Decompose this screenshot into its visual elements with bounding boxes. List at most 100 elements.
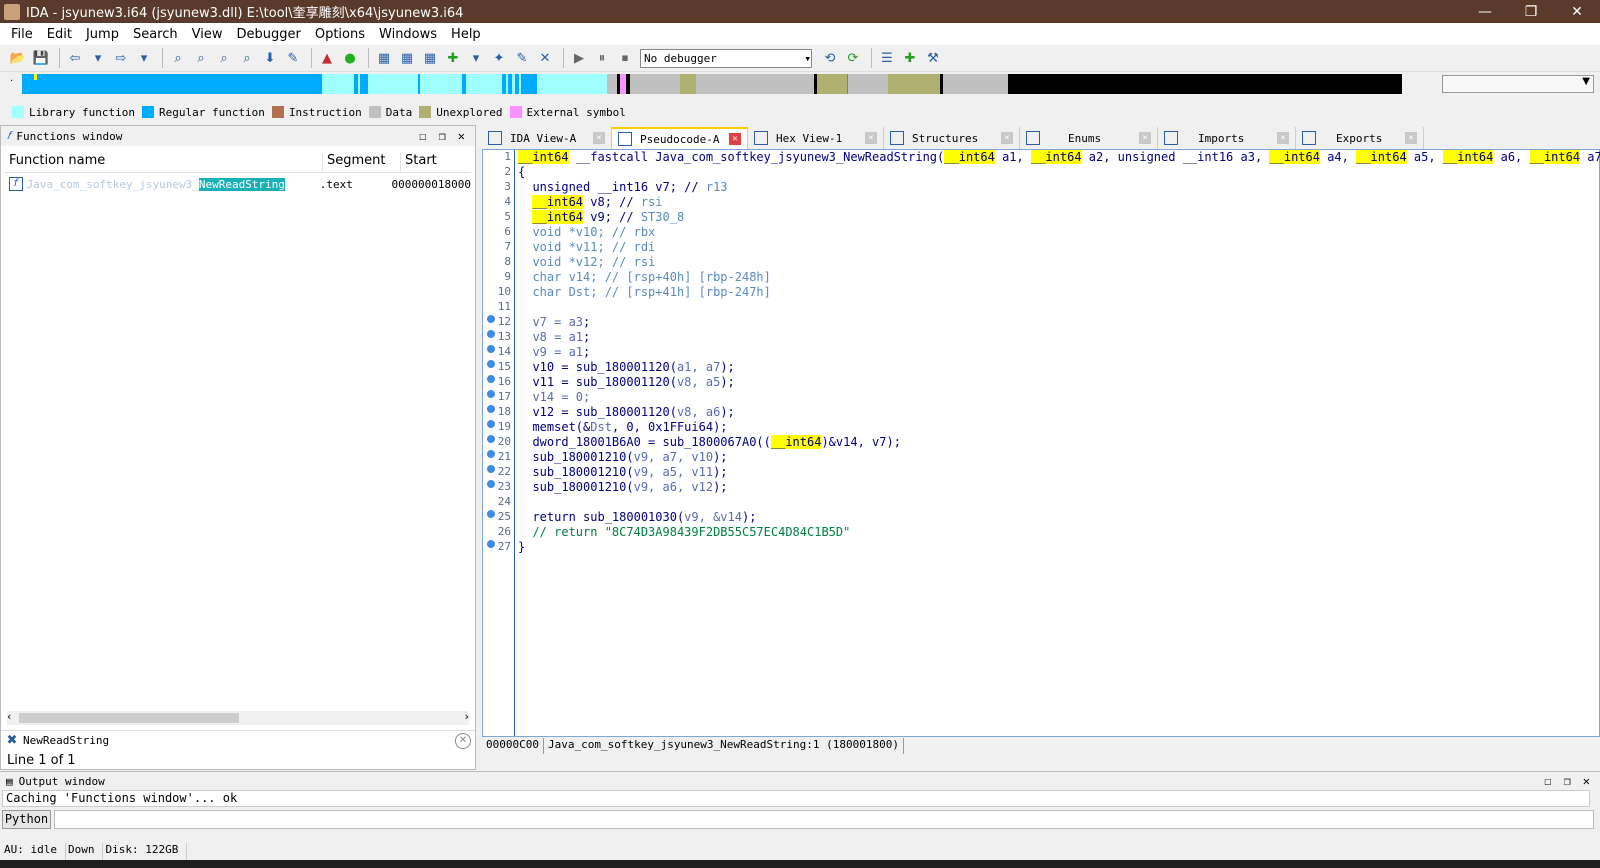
scrollbar-thumb[interactable] [19, 713, 239, 723]
close-tab-icon[interactable]: ✕ [593, 132, 605, 144]
code-line[interactable]: void *v10; // rbx [518, 225, 655, 239]
function-row[interactable]: f Java_com_softkey_jsyunew3_ NewReadStrin… [9, 176, 471, 192]
pseudocode-view[interactable]: 1 2 3 4 5 6 7 8 9 10 11 12 13 14 15 16 1… [482, 149, 1600, 737]
menu-jump[interactable]: Jump [79, 27, 126, 42]
code-line[interactable]: __int64 v8; // rsi [518, 195, 663, 209]
breakpoint-dot-icon[interactable] [487, 450, 495, 458]
restore-window-icon[interactable]: ❐ [1564, 774, 1571, 788]
breakpoint-dot-icon[interactable] [487, 405, 495, 413]
breakpoint-dot-icon[interactable] [487, 465, 495, 473]
close-filter-icon[interactable]: ✖ [1, 733, 23, 748]
menu-file[interactable]: File [4, 27, 40, 42]
mark-icon[interactable]: ✎ [283, 48, 303, 68]
stop-icon[interactable]: ⏹ [615, 48, 635, 68]
breakpoint-dot-icon[interactable] [487, 360, 495, 368]
attach-process-icon[interactable]: ⟲ [820, 48, 840, 68]
scroll-right-icon[interactable]: › [465, 710, 469, 723]
tab-pseudocode-a[interactable]: Pseudocode-A ✕ [612, 127, 748, 149]
delete-icon[interactable]: ✕ [535, 48, 555, 68]
close-tab-icon[interactable]: ✕ [865, 132, 877, 144]
run-circle-icon[interactable]: ● [340, 48, 360, 68]
close-tab-icon[interactable]: ✕ [1139, 132, 1151, 144]
breakpoint-dot-icon[interactable] [487, 330, 495, 338]
close-tab-icon[interactable]: ✕ [729, 133, 741, 145]
maximize-button[interactable]: ❐ [1508, 4, 1554, 20]
code-line[interactable]: v14 = 0; [518, 390, 590, 404]
code-line[interactable]: sub_180001210(v9, a6, v12); [518, 480, 727, 494]
filter-input[interactable]: NewReadString [23, 734, 455, 747]
float-window-icon[interactable]: ☐ [419, 129, 426, 143]
code-line[interactable]: __int64 __fastcall Java_com_softkey_jsyu… [518, 150, 1600, 164]
code-line[interactable]: v10 = sub_180001120(a1, a7); [518, 360, 734, 374]
code-line[interactable]: return sub_180001030(v9, &v14); [518, 510, 756, 524]
breakpoint-dot-icon[interactable] [487, 435, 495, 443]
code-line[interactable]: v12 = sub_180001120(v8, a6); [518, 405, 734, 419]
scroll-left-icon[interactable]: ‹ [7, 710, 11, 723]
breakpoint-dot-icon[interactable] [487, 390, 495, 398]
close-icon[interactable]: ✕ [1583, 774, 1590, 788]
code-line[interactable]: void *v12; // rsi [518, 255, 655, 269]
back-arrow-icon[interactable]: ⇦ [65, 48, 85, 68]
refresh-icon[interactable]: ⟳ [843, 48, 863, 68]
tab-exports[interactable]: Exports ✕ [1296, 127, 1424, 149]
code-line[interactable]: void *v11; // rdi [518, 240, 655, 254]
menu-edit[interactable]: Edit [40, 27, 79, 42]
code-line[interactable]: v11 = sub_180001120(v8, a5); [518, 375, 734, 389]
code-line[interactable]: dword_18001B6A0 = sub_1800067A0((__int64… [518, 435, 901, 449]
breakpoint-dot-icon[interactable] [487, 315, 495, 323]
make-string-icon[interactable]: ▦ [420, 48, 440, 68]
code-line[interactable]: char v14; // [rsp+40h] [rbp-248h] [518, 270, 770, 284]
pause-icon[interactable]: ⏸ [592, 48, 612, 68]
column-segment[interactable]: Segment [323, 153, 401, 172]
horizontal-scrollbar[interactable]: ‹ › [7, 710, 469, 725]
menu-debugger[interactable]: Debugger [229, 27, 307, 42]
plugin-icon[interactable]: ⚒ [923, 48, 943, 68]
breakpoint-dot-icon[interactable] [487, 375, 495, 383]
minimize-button[interactable]: — [1462, 4, 1508, 20]
close-button[interactable]: ✕ [1554, 4, 1600, 20]
close-tab-icon[interactable]: ✕ [1277, 132, 1289, 144]
tab-enums[interactable]: Enums ✕ [1020, 127, 1158, 149]
close-icon[interactable]: ✕ [458, 129, 465, 143]
close-tab-icon[interactable]: ✕ [1001, 132, 1013, 144]
restore-window-icon[interactable]: ❐ [439, 129, 446, 143]
menu-help[interactable]: Help [444, 27, 488, 42]
breakpoint-list-icon[interactable]: ☰ [877, 48, 897, 68]
clear-filter-icon[interactable]: ✕ [455, 732, 471, 749]
save-icon[interactable]: 💾 [31, 48, 51, 68]
breakpoint-dot-icon[interactable] [487, 540, 495, 548]
code-line[interactable]: char Dst; // [rsp+41h] [rbp-247h] [518, 285, 770, 299]
breakpoint-dot-icon[interactable] [487, 420, 495, 428]
jump-down-icon[interactable]: ⬇ [260, 48, 280, 68]
code-line[interactable]: memset(&Dst, 0, 0x1FFui64); [518, 420, 727, 434]
add-breakpoint-icon[interactable]: ✚ [900, 48, 920, 68]
make-data-icon[interactable]: ▦ [397, 48, 417, 68]
column-function-name[interactable]: Function name [5, 153, 323, 172]
debugger-select[interactable]: No debugger ▾ [640, 48, 812, 68]
search-next-icon[interactable]: ⌕ [237, 48, 257, 68]
search-binoculars-icon[interactable]: ⌕ [168, 48, 188, 68]
menu-search[interactable]: Search [126, 27, 185, 42]
forward-arrow-icon[interactable]: ⇨ [111, 48, 131, 68]
add-icon[interactable]: ✚ [443, 48, 463, 68]
open-folder-icon[interactable]: 📂 [8, 48, 28, 68]
menu-windows[interactable]: Windows [372, 27, 444, 42]
segment-dropdown[interactable]: ▼ [1442, 75, 1594, 93]
dropdown-arrow-icon[interactable]: ▾ [88, 48, 108, 68]
tab-ida-view-a[interactable]: IDA View-A ✕ [482, 127, 612, 149]
edit-icon[interactable]: ✎ [512, 48, 532, 68]
column-start[interactable]: Start [401, 153, 471, 172]
dropdown-arrow-icon[interactable]: ▾ [466, 48, 486, 68]
tab-imports[interactable]: Imports ✕ [1158, 127, 1296, 149]
code-line[interactable]: v8 = a1; [518, 330, 590, 344]
search-text-icon[interactable]: ⌕ [191, 48, 211, 68]
breakpoint-dot-icon[interactable] [487, 510, 495, 518]
search-binary-icon[interactable]: ⌕ [214, 48, 234, 68]
code-line[interactable]: v9 = a1; [518, 345, 590, 359]
code-line[interactable]: __int64 v9; // ST30_8 [518, 210, 684, 224]
menu-view[interactable]: View [185, 27, 230, 42]
code-line[interactable]: v7 = a3; [518, 315, 590, 329]
play-icon[interactable]: ▶ [569, 48, 589, 68]
dropdown-arrow-icon[interactable]: ▾ [134, 48, 154, 68]
command-input[interactable] [54, 810, 1594, 829]
